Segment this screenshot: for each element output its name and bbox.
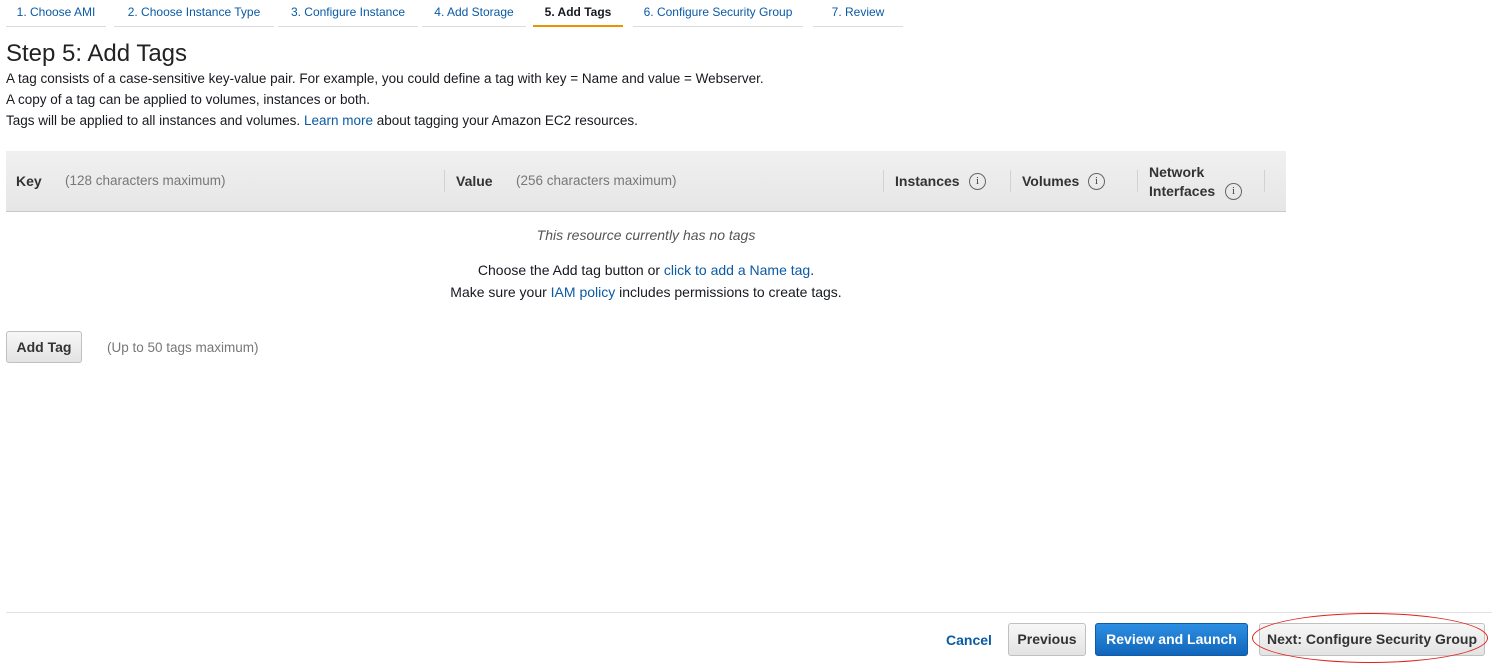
network-interfaces-header-line-1: Network: [1149, 164, 1205, 180]
column-divider: [883, 170, 884, 192]
info-circle-icon[interactable]: i: [1225, 183, 1242, 200]
network-interfaces-header-line-2: Interfaces: [1149, 183, 1216, 199]
description-line-3: Tags will be applied to all instances an…: [6, 110, 764, 131]
tab-choose-ami[interactable]: 1. Choose AMI: [6, 0, 106, 27]
cancel-link[interactable]: Cancel: [946, 632, 992, 648]
tab-add-tags[interactable]: 5. Add Tags: [533, 0, 623, 27]
iam-policy-link[interactable]: IAM policy: [551, 284, 616, 300]
add-name-tag-link[interactable]: click to add a Name tag: [664, 262, 810, 278]
volumes-column-header: Volumes: [1022, 173, 1080, 189]
footer-divider: [6, 612, 1492, 613]
value-column-header: Value: [456, 173, 493, 189]
empty-state-text: includes permissions to create tags.: [619, 284, 842, 300]
column-divider: [1137, 170, 1138, 192]
empty-state-line-2: Make sure your IAM policy includes permi…: [6, 284, 1286, 300]
description-line-3-suffix: about tagging your Amazon EC2 resources.: [376, 113, 638, 128]
tab-add-storage[interactable]: 4. Add Storage: [422, 0, 526, 27]
description-line-2: A copy of a tag can be applied to volume…: [6, 92, 370, 107]
next-configure-security-group-button[interactable]: Next: Configure Security Group: [1259, 623, 1485, 656]
column-divider: [1010, 170, 1011, 192]
tab-review[interactable]: 7. Review: [813, 0, 903, 27]
column-divider: [1264, 170, 1265, 192]
description-line-3-text: Tags will be applied to all instances an…: [6, 113, 301, 128]
previous-button[interactable]: Previous: [1008, 623, 1086, 656]
empty-state-line-1: Choose the Add tag button or click to ad…: [6, 262, 1286, 278]
key-column-header: Key: [16, 173, 42, 189]
instances-column-header: Instances: [895, 173, 960, 189]
description-line-1: A tag consists of a case-sensitive key-v…: [6, 71, 764, 86]
tab-configure-instance[interactable]: 3. Configure Instance: [278, 0, 418, 27]
key-column-hint: (128 characters maximum): [65, 173, 226, 188]
empty-state-period: .: [810, 262, 815, 278]
page-title: Step 5: Add Tags: [6, 40, 188, 67]
tab-choose-instance-type[interactable]: 2. Choose Instance Type: [114, 0, 274, 27]
tags-table-header: Key (128 characters maximum) Value (256 …: [6, 151, 1286, 212]
tab-configure-security-group[interactable]: 6. Configure Security Group: [633, 0, 803, 27]
add-tag-button[interactable]: Add Tag: [6, 331, 82, 363]
info-circle-icon[interactable]: i: [969, 173, 986, 190]
review-and-launch-button[interactable]: Review and Launch: [1095, 623, 1248, 656]
page-description: A tag consists of a case-sensitive key-v…: [6, 68, 764, 131]
value-column-hint: (256 characters maximum): [516, 173, 677, 188]
empty-state-text: Choose the Add tag button or: [477, 262, 661, 278]
column-divider: [444, 170, 445, 192]
add-tag-limit-hint: (Up to 50 tags maximum): [107, 340, 259, 355]
learn-more-link[interactable]: Learn more: [304, 113, 373, 128]
empty-state-message: This resource currently has no tags: [536, 227, 756, 243]
empty-state-text: Make sure your: [450, 284, 547, 300]
info-circle-icon[interactable]: i: [1088, 173, 1105, 190]
